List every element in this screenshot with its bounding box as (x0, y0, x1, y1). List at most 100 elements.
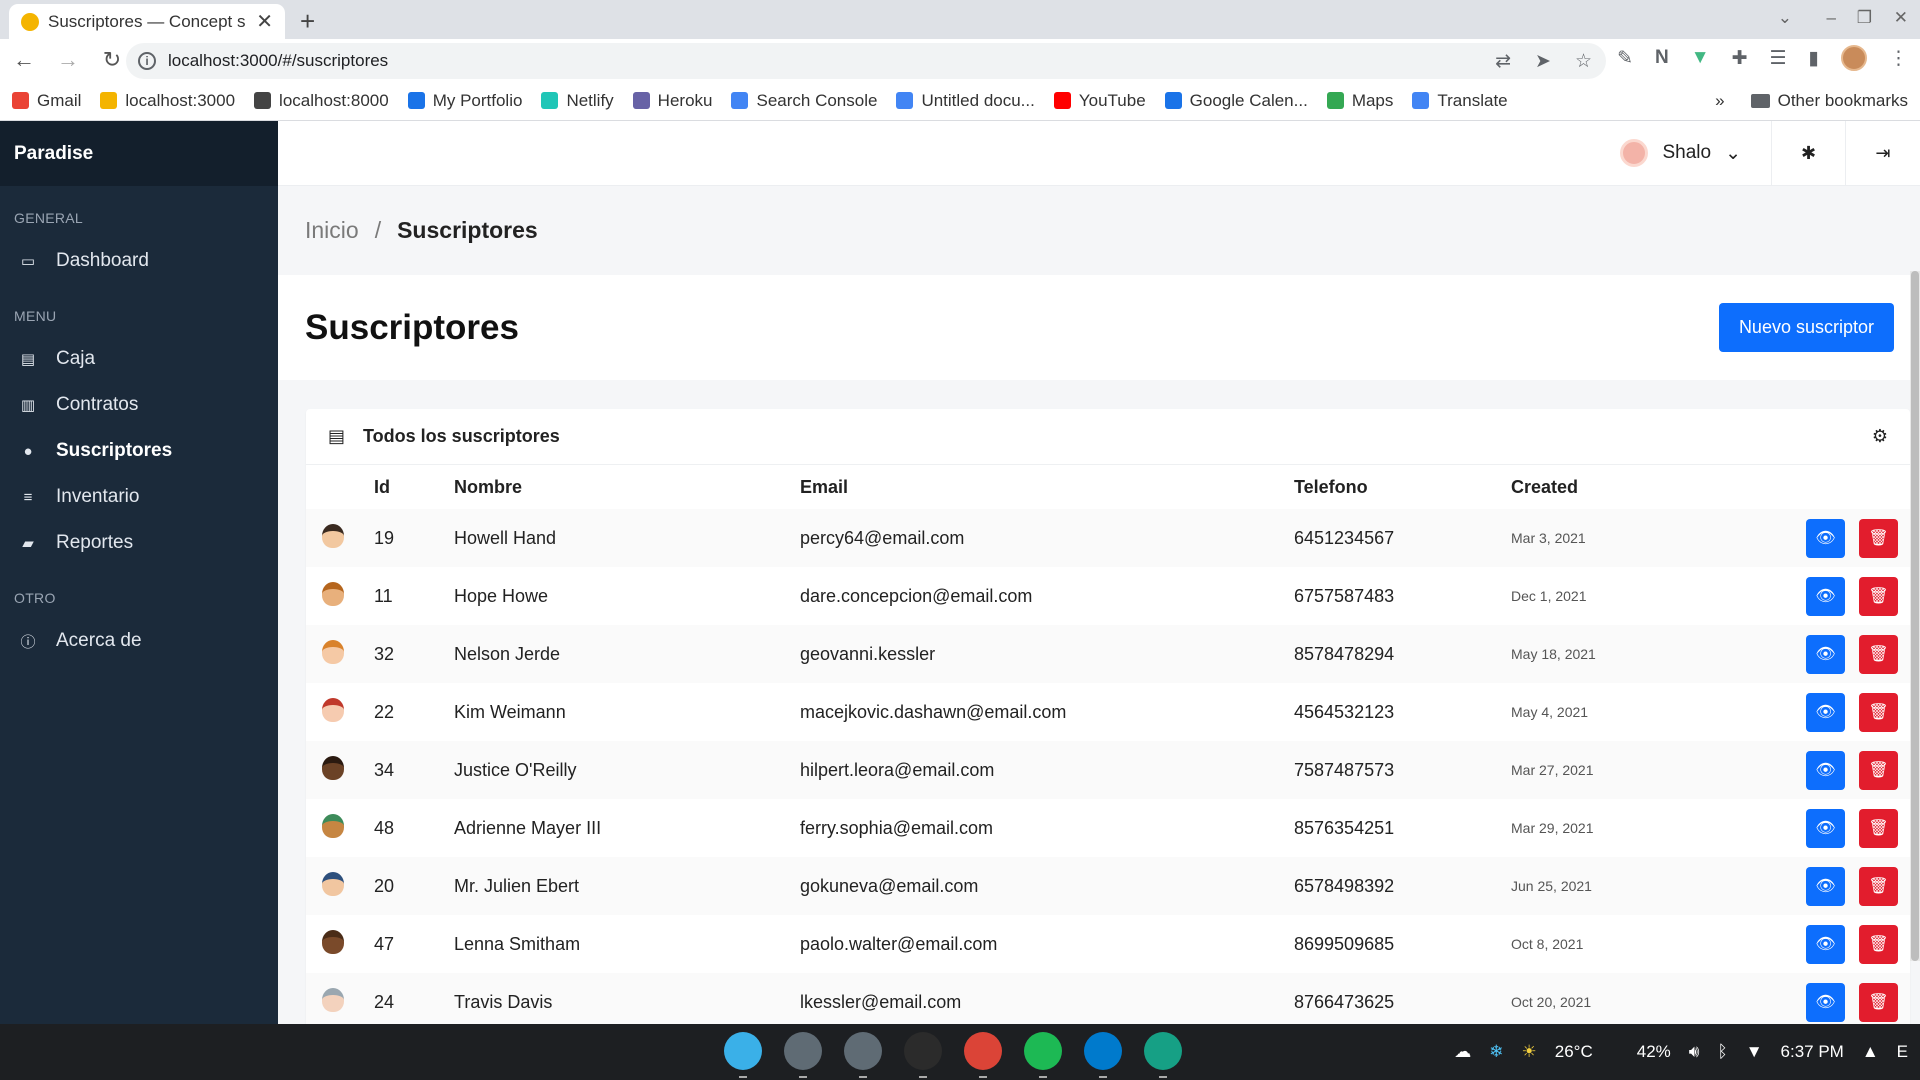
column-header-email[interactable]: Email (800, 465, 1294, 509)
sidebar-item-dashboard[interactable]: ▭ Dashboard (0, 238, 278, 284)
sidebar-item-reportes[interactable]: ▰ Reportes (0, 520, 278, 566)
close-tab-icon[interactable]: ✕ (256, 9, 273, 34)
address-bar[interactable]: i localhost:3000/#/suscriptores ⇄ ➤ ☆ (126, 43, 1606, 79)
theme-toggle-icon[interactable]: ✱ (1772, 121, 1846, 186)
delete-button[interactable]: 🗑︎ (1859, 866, 1898, 906)
sidebar-item-inventario[interactable]: ≡ Inventario (0, 474, 278, 520)
bookmark-item[interactable]: Search Console (731, 91, 877, 111)
tab-search-icon[interactable]: ⌄ (1778, 8, 1792, 28)
send-icon[interactable]: ➤ (1535, 50, 1551, 73)
bookmark-item[interactable]: Gmail (12, 91, 81, 111)
back-icon[interactable]: ← (12, 47, 36, 73)
sidebar-item-contratos[interactable]: ▥ Contratos (0, 382, 278, 428)
breadcrumb-home[interactable]: Inicio (305, 217, 359, 244)
more-bookmarks-icon[interactable]: » (1715, 91, 1724, 111)
vscode-icon[interactable] (1084, 1032, 1122, 1078)
reload-icon[interactable]: ↻ (100, 47, 124, 73)
close-window-icon[interactable]: ✕ (1894, 8, 1908, 28)
bookmark-item[interactable]: localhost:8000 (254, 91, 389, 111)
minimize-icon[interactable]: – (1827, 8, 1836, 28)
side-panel-icon[interactable]: ▮ (1809, 47, 1819, 70)
delete-button[interactable]: 🗑︎ (1859, 982, 1898, 1022)
bookmark-item[interactable]: Untitled docu... (896, 91, 1035, 111)
view-button[interactable]: 👁︎ (1806, 692, 1845, 732)
system-tray[interactable]: ☁ ❄ ☀ 26°C 42% 🔊︎ ᛒ ▼ 6:37 PM ▲ E (1454, 1024, 1908, 1080)
delete-button[interactable]: 🗑︎ (1859, 634, 1898, 674)
view-button[interactable]: 👁︎ (1806, 808, 1845, 848)
page-scrollbar[interactable] (1910, 271, 1920, 961)
url-text[interactable]: localhost:3000/#/suscriptores (168, 51, 388, 71)
profile-avatar[interactable] (1841, 45, 1867, 71)
view-button[interactable]: 👁︎ (1806, 634, 1845, 674)
view-button[interactable]: 👁︎ (1806, 576, 1845, 616)
sidebar-item-caja[interactable]: ▤ Caja (0, 336, 278, 382)
bookmark-item[interactable]: Translate (1412, 91, 1508, 111)
column-header-created[interactable]: Created (1511, 465, 1771, 509)
new-tab-icon[interactable]: + (300, 6, 315, 37)
linux-icon[interactable] (724, 1032, 762, 1078)
vue-devtools-icon[interactable]: ▼ (1691, 47, 1710, 69)
delete-button[interactable]: 🗑︎ (1859, 692, 1898, 732)
column-header-id[interactable]: Id (374, 465, 454, 509)
gear-icon[interactable]: ⚙ (1872, 426, 1888, 447)
column-header-phone[interactable]: Telefono (1294, 465, 1511, 509)
table-row[interactable]: 32 Nelson Jerde geovanni.kessler 8578478294… (306, 625, 1910, 683)
forward-icon[interactable]: → (56, 47, 80, 73)
terminal-icon[interactable] (904, 1032, 942, 1078)
site-info-icon[interactable]: i (138, 52, 156, 70)
reading-list-icon[interactable]: ☰ (1769, 47, 1786, 70)
extension-pen-icon[interactable]: ✎ (1617, 47, 1633, 70)
column-header-name[interactable]: Nombre (454, 465, 800, 509)
cloud-icon[interactable]: ☁ (1454, 1042, 1471, 1062)
bookmark-star-icon[interactable]: ☆ (1575, 50, 1592, 73)
bookmark-item[interactable]: Netlify (541, 91, 614, 111)
notion-icon[interactable]: N (1655, 47, 1669, 69)
bookmark-item[interactable]: localhost:3000 (100, 91, 235, 111)
store-icon[interactable] (844, 1032, 882, 1078)
chrome-icon[interactable] (964, 1032, 1002, 1078)
bookmark-item[interactable]: Google Calen... (1164, 91, 1308, 111)
translate-icon[interactable]: ⇄ (1495, 50, 1511, 73)
logout-icon[interactable]: ⇥ (1846, 121, 1920, 186)
delete-button[interactable]: 🗑︎ (1859, 924, 1898, 964)
browser-tab[interactable]: Suscriptores — Concept s ✕ (9, 4, 285, 39)
spotify-icon[interactable] (1024, 1032, 1062, 1078)
restore-icon[interactable]: ❐ (1857, 8, 1872, 28)
browser-menu-icon[interactable]: ⋮ (1889, 47, 1908, 70)
delete-button[interactable]: 🗑︎ (1859, 808, 1898, 848)
scrollbar-thumb[interactable] (1911, 271, 1919, 961)
table-row[interactable]: 34 Justice O'Reilly hilpert.leora@email.co… (306, 741, 1910, 799)
sidebar-item-suscriptores[interactable]: ● Suscriptores (0, 428, 278, 474)
table-row[interactable]: 19 Howell Hand percy64@email.com 6451234567… (306, 509, 1910, 567)
bookmark-item[interactable]: Maps (1326, 91, 1393, 111)
user-menu[interactable]: Shalo ⌄ (1590, 121, 1772, 186)
table-row[interactable]: 48 Adrienne Mayer III ferry.sophia@email.c… (306, 799, 1910, 857)
table-row[interactable]: 24 Travis Davis lkessler@email.com 87664736… (306, 973, 1910, 1024)
table-row[interactable]: 20 Mr. Julien Ebert gokuneva@email.com 6578… (306, 857, 1910, 915)
volume-icon[interactable]: 🔊︎ (1689, 1042, 1700, 1062)
view-button[interactable]: 👁︎ (1806, 518, 1845, 558)
view-button[interactable]: 👁︎ (1806, 866, 1845, 906)
snowflake-icon[interactable]: ❄ (1489, 1042, 1503, 1062)
delete-button[interactable]: 🗑︎ (1859, 518, 1898, 558)
table-row[interactable]: 22 Kim Weimann macejkovic.dashawn@email.co… (306, 683, 1910, 741)
brand-logo[interactable]: Paradise (0, 121, 278, 186)
sidebar-item-acerca-de[interactable]: ⓘ Acerca de (0, 618, 278, 664)
notification-icon[interactable]: ▲ (1862, 1042, 1879, 1062)
files-icon[interactable] (784, 1032, 822, 1078)
new-subscriber-button[interactable]: Nuevo suscriptor (1718, 303, 1894, 352)
bookmark-item[interactable]: Heroku (632, 91, 712, 111)
bookmark-item[interactable]: YouTube (1053, 91, 1146, 111)
bluetooth-icon[interactable]: ᛒ (1717, 1042, 1727, 1062)
delete-button[interactable]: 🗑︎ (1859, 576, 1898, 616)
table-row[interactable]: 47 Lenna Smitham paolo.walter@email.com 869… (306, 915, 1910, 973)
delete-button[interactable]: 🗑︎ (1859, 750, 1898, 790)
view-button[interactable]: 👁︎ (1806, 982, 1845, 1022)
bookmark-item[interactable]: My Portfolio (407, 91, 522, 111)
extensions-puzzle-icon[interactable]: ✚ (1732, 47, 1748, 70)
keyboard-layout-icon[interactable]: E (1897, 1042, 1908, 1062)
table-row[interactable]: 11 Hope Howe dare.concepcion@email.com 6757… (306, 567, 1910, 625)
other-bookmarks-folder[interactable]: Other bookmarks (1750, 91, 1908, 111)
view-button[interactable]: 👁︎ (1806, 924, 1845, 964)
view-button[interactable]: 👁︎ (1806, 750, 1845, 790)
